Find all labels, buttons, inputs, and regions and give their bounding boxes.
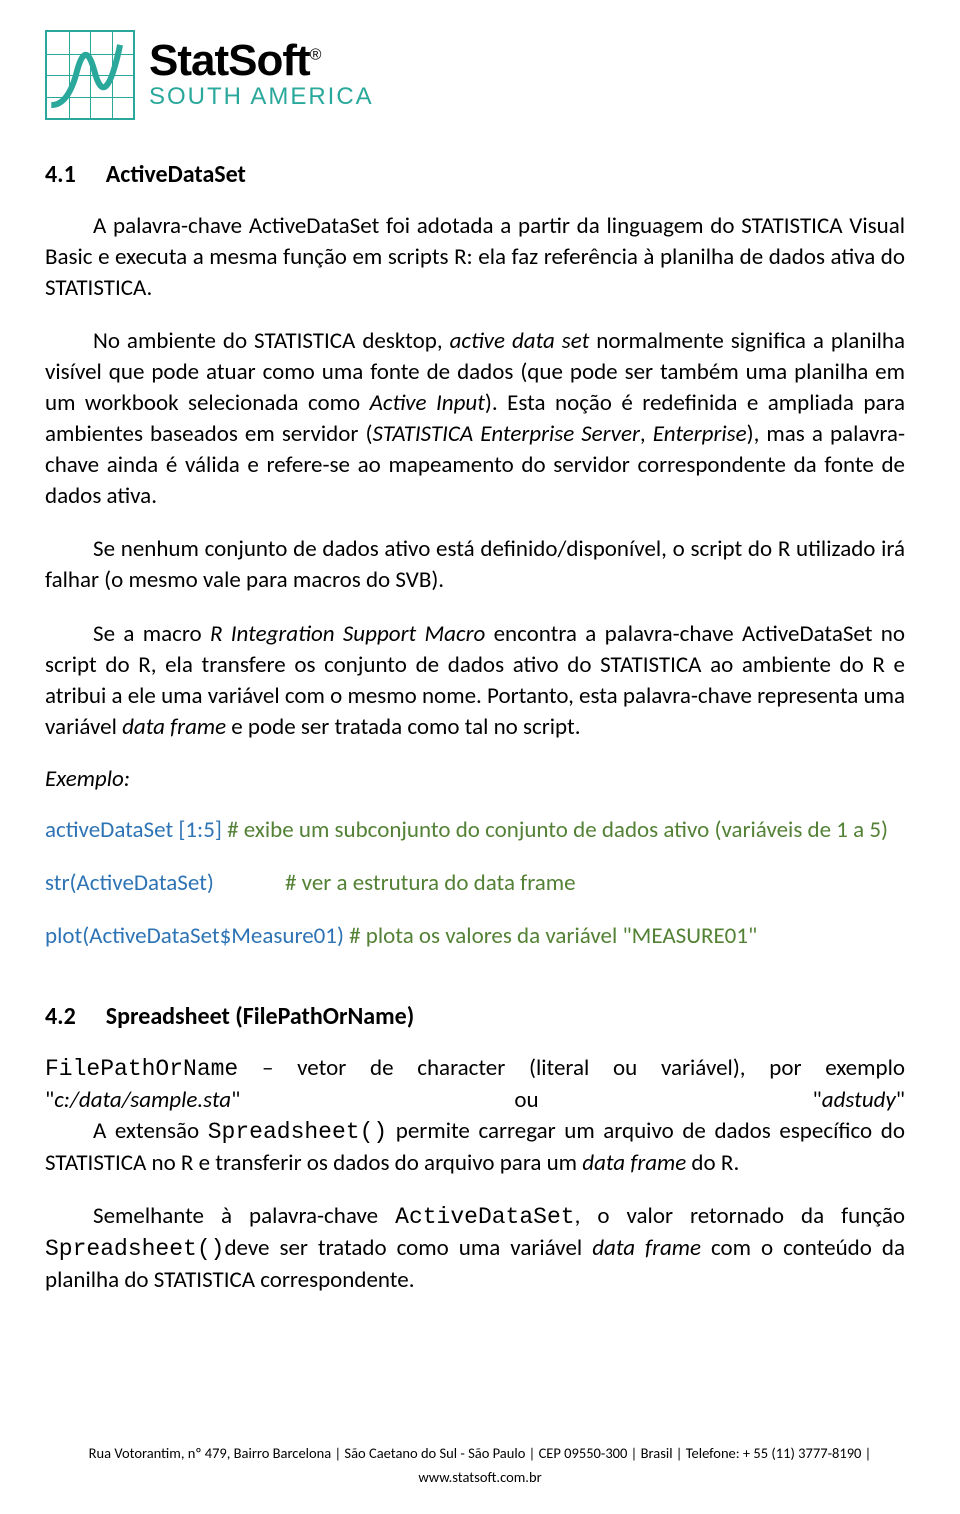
paragraph: A palavra-chave ActiveDataSet foi adotad… <box>45 211 905 304</box>
section-heading-4-1: 4.1ActiveDataSet <box>45 160 905 189</box>
logo-icon <box>45 30 135 120</box>
paragraph: A extensão Spreadsheet() permite carrega… <box>45 1116 905 1179</box>
example-label: Exemplo: <box>45 765 905 793</box>
paragraph: No ambiente do STATISTICA desktop, activ… <box>45 326 905 512</box>
paragraph: Semelhante à palavra-chave ActiveDataSet… <box>45 1201 905 1296</box>
code-example: plot(ActiveDataSet$Measure01) # plota os… <box>45 921 905 952</box>
paragraph: FilePathOrName – vetor de character (lit… <box>45 1053 905 1116</box>
section-heading-4-2: 4.2Spreadsheet (FilePathOrName) <box>45 1002 905 1031</box>
logo-subtitle: SOUTH AMERICA <box>149 83 374 111</box>
page-footer: Rua Votorantim, nº 479, Bairro Barcelona… <box>0 1441 960 1490</box>
logo-brand: StatSoft® <box>149 39 374 83</box>
code-example: str(ActiveDataSet)# ver a estrutura do d… <box>45 868 905 899</box>
paragraph: Se nenhum conjunto de dados ativo está d… <box>45 534 905 596</box>
paragraph: Se a macro R Integration Support Macro e… <box>45 619 905 743</box>
logo: StatSoft® SOUTH AMERICA <box>45 30 905 120</box>
code-example: activeDataSet [1:5] # exibe um subconjun… <box>45 815 905 846</box>
